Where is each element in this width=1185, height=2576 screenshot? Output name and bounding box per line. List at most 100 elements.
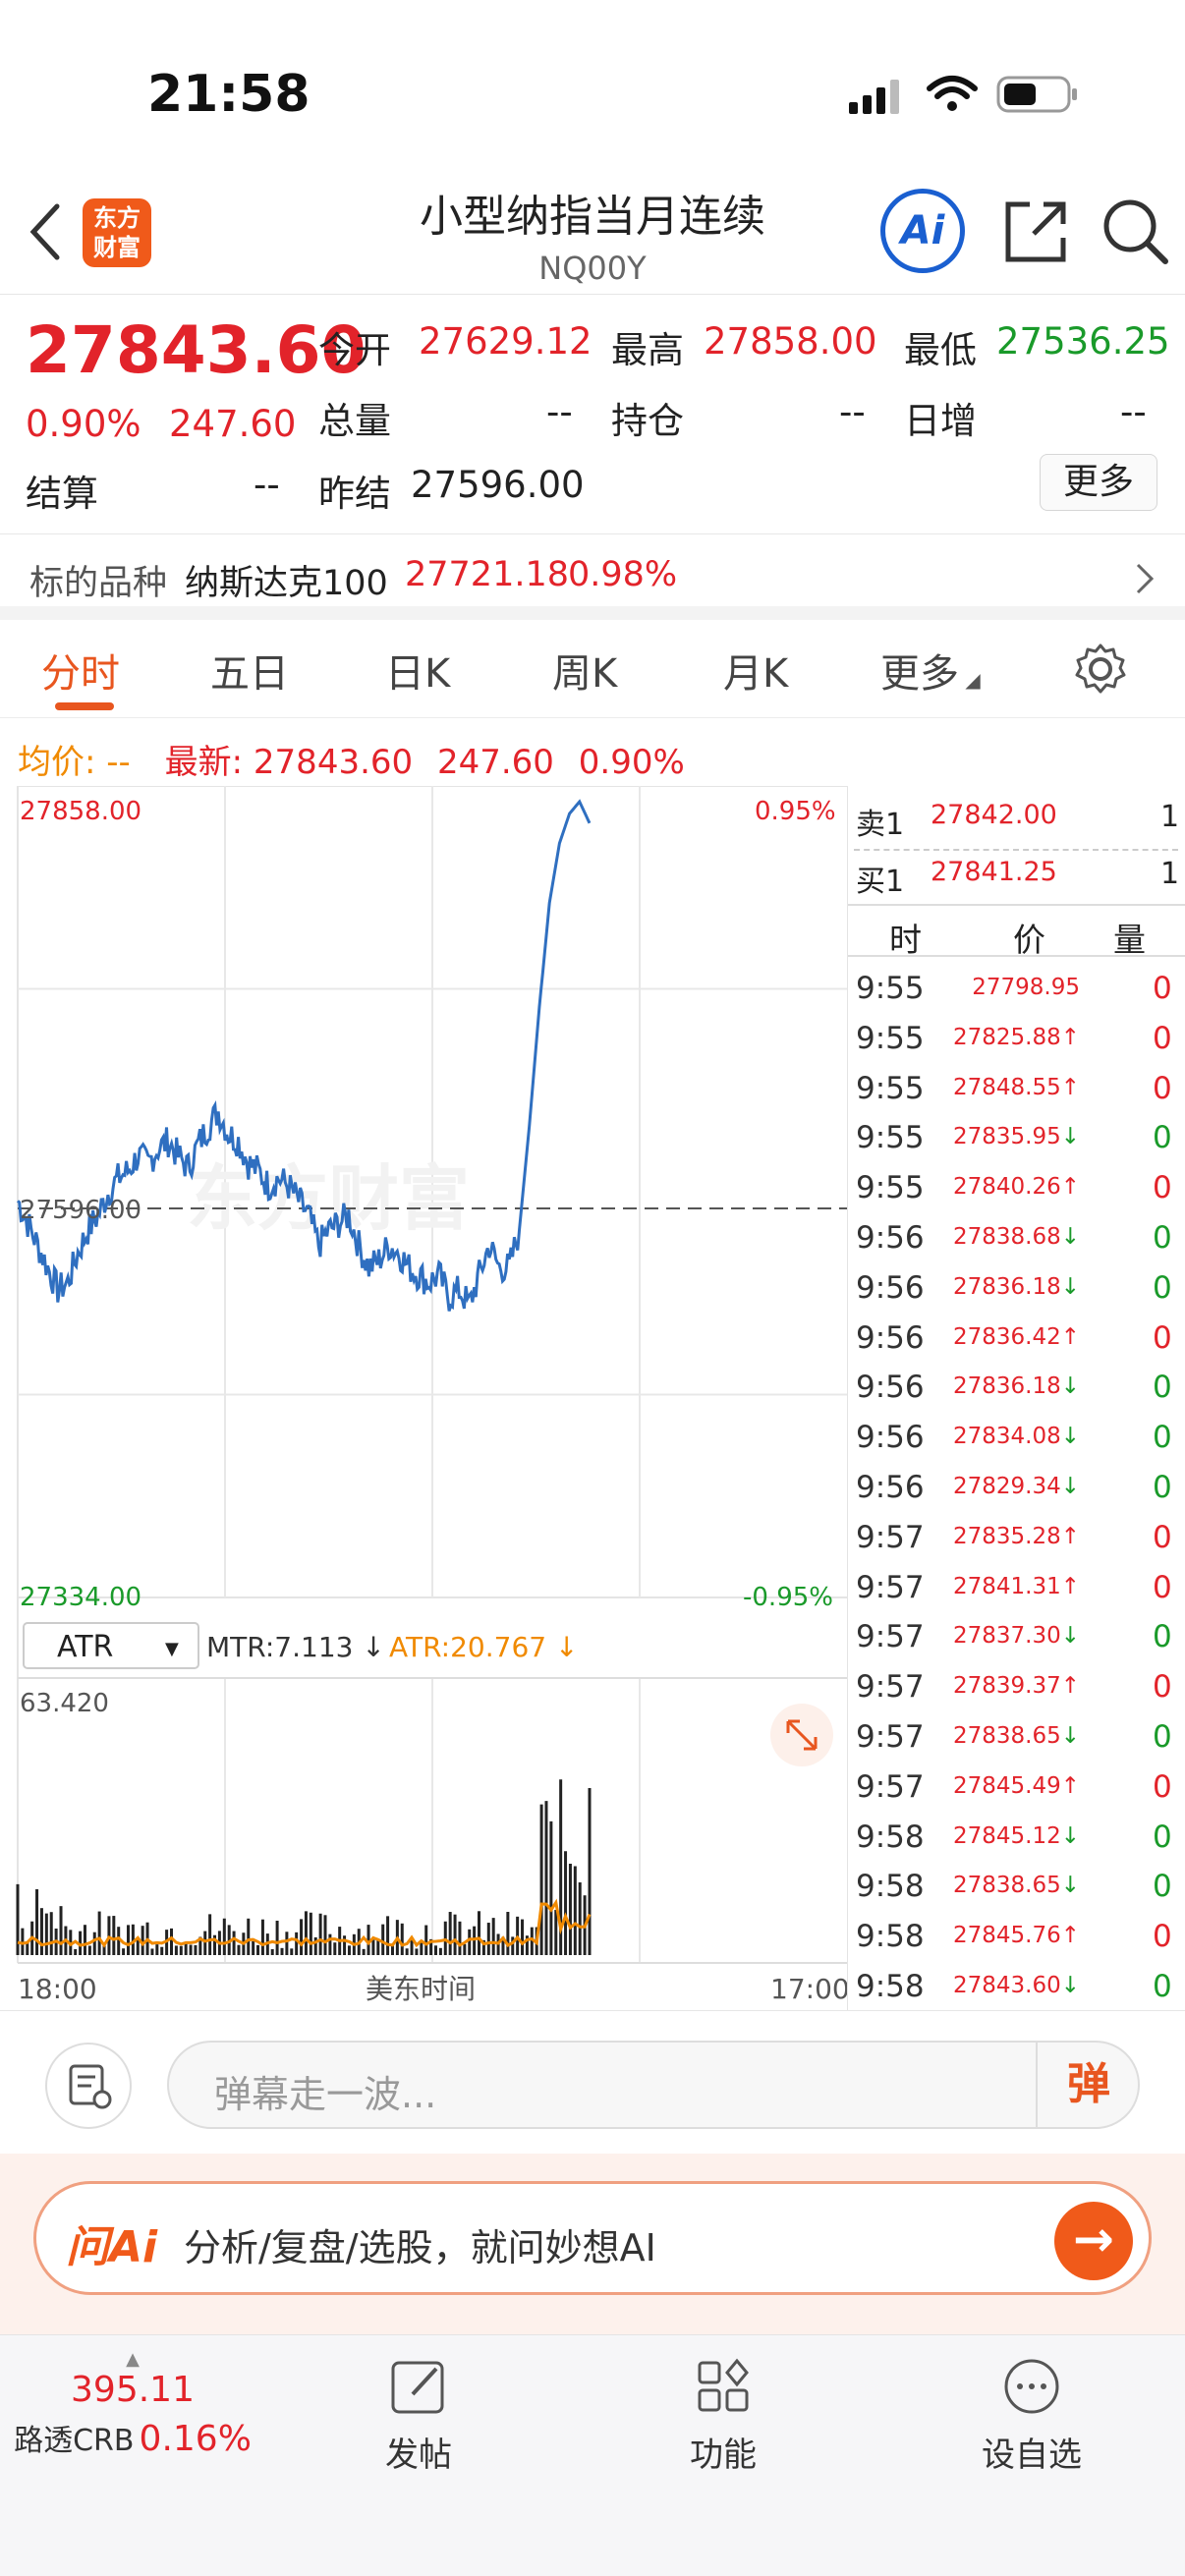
settle-label: 结算	[26, 473, 98, 515]
ai-search-box[interactable]: 问Ai 分析/复盘/选股，就问妙想AI →	[33, 2181, 1152, 2295]
chevron-right-icon	[1136, 563, 1155, 594]
low-value: 27536.25	[996, 320, 1170, 363]
tick-qty: 0	[1153, 1919, 1172, 1955]
tick-qty: 0	[1153, 1768, 1172, 1805]
latest-pct: 0.90%	[578, 743, 685, 782]
tab-more[interactable]: 更多 ◢	[880, 642, 981, 699]
tick-time: 9:55	[856, 971, 925, 1006]
tick-row: 9:57 27837.30↓ 0	[848, 1611, 1185, 1661]
tick-qty: 0	[1153, 1020, 1172, 1056]
prev-settle-label: 昨结	[318, 473, 391, 515]
bid-price: 27841.25	[931, 857, 1057, 887]
volume-label: 总量	[318, 400, 391, 442]
tick-row: 9:56 27829.34↓ 0	[848, 1462, 1185, 1512]
book-header-bottom	[848, 955, 1185, 957]
index-value: 395.11	[71, 2370, 195, 2410]
tick-price: 27845.49↑	[952, 1772, 1080, 1799]
battery-icon	[996, 76, 1077, 113]
bid-qty: 1	[1160, 857, 1180, 891]
tick-row: 9:56 27834.08↓ 0	[848, 1412, 1185, 1462]
tick-row: 9:57 27839.37↑ 0	[848, 1661, 1185, 1711]
atr-value: ATR:20.767 ↓	[389, 1631, 578, 1663]
nav-features[interactable]: 功能	[625, 2355, 821, 2476]
comment-bar: 弹幕走一波... 弹	[0, 2010, 1185, 2154]
tick-time: 9:56	[856, 1319, 925, 1356]
tab-intraday[interactable]: 分时	[41, 642, 120, 699]
x-start-label: 18:00	[18, 1973, 97, 2005]
x-mid-label: 美东时间	[366, 1973, 476, 2005]
ai-button[interactable]: Ai	[880, 189, 965, 273]
underlying-label: 标的品种	[29, 564, 168, 603]
tick-price: 27839.37↑	[952, 1673, 1080, 1700]
danmu-input[interactable]: 弹幕走一波... 弹	[167, 2041, 1140, 2129]
tick-time: 9:56	[856, 1420, 925, 1456]
tick-row: 9:55 27848.55↑ 0	[848, 1063, 1185, 1113]
index-ticker[interactable]: ▲ 395.11 路透CRB 0.16%	[0, 2349, 265, 2459]
search-icon[interactable]	[1100, 196, 1171, 267]
high-label: 最高	[611, 329, 684, 371]
tick-time: 9:56	[856, 1269, 925, 1306]
tick-qty: 0	[1153, 1220, 1172, 1256]
tick-qty: 0	[1153, 1569, 1172, 1605]
underlying-row[interactable]: 标的品种 纳斯达克100 27721.18 0.98%	[0, 535, 1185, 620]
tick-qty: 0	[1153, 1519, 1172, 1555]
signal-icon	[849, 80, 899, 114]
tick-qty: 0	[1153, 1470, 1172, 1505]
ask-label: 卖1	[856, 808, 905, 842]
tick-price: 27841.31↑	[952, 1573, 1080, 1599]
nav-watchlist[interactable]: 设自选	[933, 2355, 1130, 2476]
prev-settle-value: 27596.00	[411, 464, 585, 506]
nav-features-label: 功能	[690, 2436, 757, 2475]
tick-price: 27845.12↓	[952, 1822, 1080, 1849]
index-pct: 0.16%	[139, 2419, 252, 2459]
atr-series-line	[17, 1898, 592, 1948]
col-time: 时	[889, 921, 922, 959]
position-value: --	[839, 391, 866, 433]
tick-time: 9:57	[856, 1619, 925, 1655]
daily-inc-label: 日增	[904, 400, 977, 442]
tick-time: 9:57	[856, 1768, 925, 1805]
chart-canvas: 东方财富 27858.00 0.95% 27596.00 27334.00 -0…	[16, 785, 850, 2005]
last-price: 27843.60	[26, 312, 367, 388]
nav-post[interactable]: 发帖	[320, 2355, 517, 2476]
nav-watchlist-label: 设自选	[982, 2436, 1082, 2475]
tab-weekly-k[interactable]: 周K	[552, 642, 617, 699]
tick-row: 9:58 27845.76↑ 0	[848, 1911, 1185, 1961]
danmu-toggle-button[interactable]: 弹	[1036, 2043, 1140, 2127]
tab-five-day[interactable]: 五日	[210, 642, 289, 699]
more-button[interactable]: 更多	[1040, 454, 1157, 511]
ai-logo: 问Ai	[66, 2222, 158, 2272]
apps-grid-icon	[698, 2358, 749, 2412]
tick-row: 9:57 27845.49↑ 0	[848, 1762, 1185, 1812]
high-value: 27858.00	[704, 320, 877, 363]
tick-qty: 0	[1153, 1669, 1172, 1706]
order-book: 卖1 27842.00 1 买1 27841.25 1 时 价 量 9:55 27…	[847, 786, 1185, 2010]
tick-price: 27836.18↓	[952, 1373, 1080, 1400]
price-mid-label: 27596.00	[20, 1196, 141, 1225]
tick-row: 9:57 27841.31↑ 0	[848, 1562, 1185, 1612]
edit-post-icon	[391, 2361, 444, 2414]
tab-more-label: 更多	[880, 651, 959, 697]
tick-qty: 0	[1153, 1819, 1172, 1855]
tick-price: 27840.26↑	[952, 1174, 1080, 1201]
intraday-chart[interactable]: 东方财富 27858.00 0.95% 27596.00 27334.00 -0…	[0, 785, 850, 2010]
underlying-name: 纳斯达克100	[185, 564, 388, 603]
wifi-icon	[927, 76, 978, 111]
bottom-nav: ▲ 395.11 路透CRB 0.16% 发帖 功能 设自选	[0, 2334, 1185, 2576]
price-bottom-label: 27334.00	[20, 1583, 141, 1612]
ai-go-arrow-icon[interactable]: →	[1054, 2202, 1133, 2280]
price-top-label: 27858.00	[20, 797, 141, 826]
daily-inc-value: --	[1120, 391, 1147, 433]
avg-row: 均价: -- 最新: 27843.60 247.60 0.90%	[18, 735, 685, 783]
share-icon[interactable]	[1000, 196, 1071, 267]
compose-note-icon[interactable]	[45, 2043, 132, 2129]
tab-daily-k[interactable]: 日K	[385, 642, 450, 699]
tab-monthly-k[interactable]: 月K	[723, 642, 788, 699]
low-label: 最低	[904, 329, 977, 371]
tick-price: 27838.65↓	[952, 1723, 1080, 1749]
col-qty: 量	[1113, 921, 1146, 959]
tick-row: 9:55 27835.95↓ 0	[848, 1112, 1185, 1162]
settings-gear-icon[interactable]	[1073, 642, 1128, 697]
tick-qty: 0	[1153, 1370, 1172, 1406]
atr-max-label: 63.420	[20, 1689, 109, 1718]
